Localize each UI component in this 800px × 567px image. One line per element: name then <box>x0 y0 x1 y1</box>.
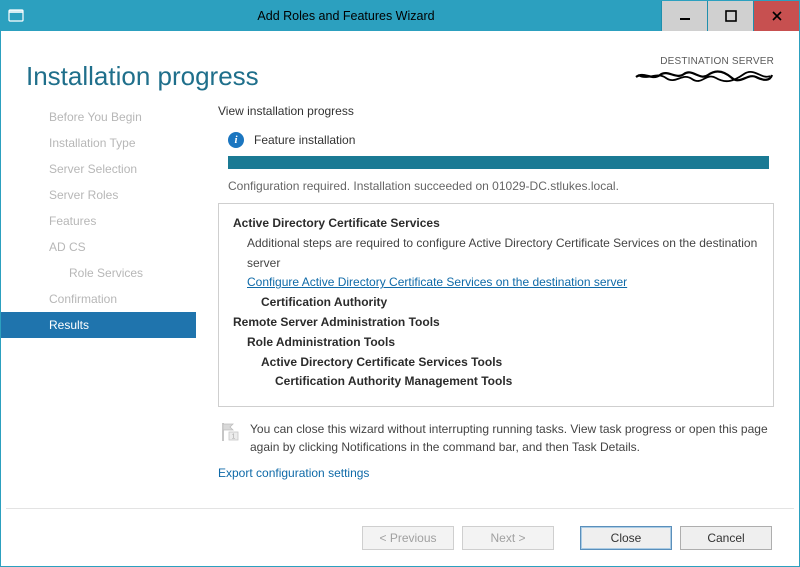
window-controls <box>661 1 799 31</box>
main-pane: View installation progress i Feature ins… <box>196 104 799 508</box>
info-icon: i <box>228 132 244 148</box>
adcs-tools-label: Active Directory Certificate Services To… <box>261 353 759 373</box>
step-before-you-begin: Before You Begin <box>1 104 196 130</box>
feature-installation-row: i Feature installation <box>228 132 774 148</box>
step-installation-type: Installation Type <box>1 130 196 156</box>
footer-buttons: < Previous Next > Close Cancel <box>6 508 794 566</box>
content-area: Installation progress DESTINATION SERVER… <box>1 31 799 566</box>
step-server-selection: Server Selection <box>1 156 196 182</box>
feature-installation-label: Feature installation <box>254 133 355 147</box>
status-text: Configuration required. Installation suc… <box>228 179 774 193</box>
app-icon <box>1 1 31 31</box>
certification-authority-label: Certification Authority <box>261 293 759 313</box>
svg-text:1: 1 <box>232 434 236 441</box>
notification-flag-icon: 1 <box>218 421 240 443</box>
close-window-button[interactable] <box>753 1 799 31</box>
subheading: View installation progress <box>218 104 774 118</box>
destination-server-label: DESTINATION SERVER <box>634 56 774 67</box>
note-row: 1 You can close this wizard without inte… <box>218 421 774 456</box>
export-config-link[interactable]: Export configuration settings <box>218 466 774 480</box>
ca-mgmt-tools-label: Certification Authority Management Tools <box>275 372 759 392</box>
title-bar: Add Roles and Features Wizard <box>1 1 799 31</box>
wizard-steps-sidebar: Before You Begin Installation Type Serve… <box>1 104 196 508</box>
step-features: Features <box>1 208 196 234</box>
step-results[interactable]: Results <box>1 312 196 338</box>
rsat-heading: Remote Server Administration Tools <box>233 313 759 333</box>
note-text: You can close this wizard without interr… <box>250 421 774 456</box>
configure-adcs-link[interactable]: Configure Active Directory Certificate S… <box>247 273 627 293</box>
cancel-button[interactable]: Cancel <box>680 526 772 550</box>
progress-bar <box>228 156 769 169</box>
destination-server-block: DESTINATION SERVER <box>634 56 774 86</box>
adcs-description: Additional steps are required to configu… <box>247 234 759 274</box>
step-server-roles: Server Roles <box>1 182 196 208</box>
previous-button: < Previous <box>362 526 454 550</box>
middle-row: Before You Begin Installation Type Serve… <box>1 92 799 508</box>
destination-server-name-redacted <box>634 69 774 83</box>
step-confirmation: Confirmation <box>1 286 196 312</box>
results-details: Active Directory Certificate Services Ad… <box>218 203 774 407</box>
wizard-window: Add Roles and Features Wizard Installati… <box>0 0 800 567</box>
role-admin-tools-label: Role Administration Tools <box>247 333 759 353</box>
window-title: Add Roles and Features Wizard <box>31 1 661 31</box>
close-button[interactable]: Close <box>580 526 672 550</box>
next-button: Next > <box>462 526 554 550</box>
minimize-button[interactable] <box>661 1 707 31</box>
maximize-button[interactable] <box>707 1 753 31</box>
header-row: Installation progress DESTINATION SERVER <box>1 31 799 92</box>
page-title: Installation progress <box>26 61 634 92</box>
step-ad-cs: AD CS <box>1 234 196 260</box>
step-role-services: Role Services <box>1 260 196 286</box>
adcs-heading: Active Directory Certificate Services <box>233 214 759 234</box>
